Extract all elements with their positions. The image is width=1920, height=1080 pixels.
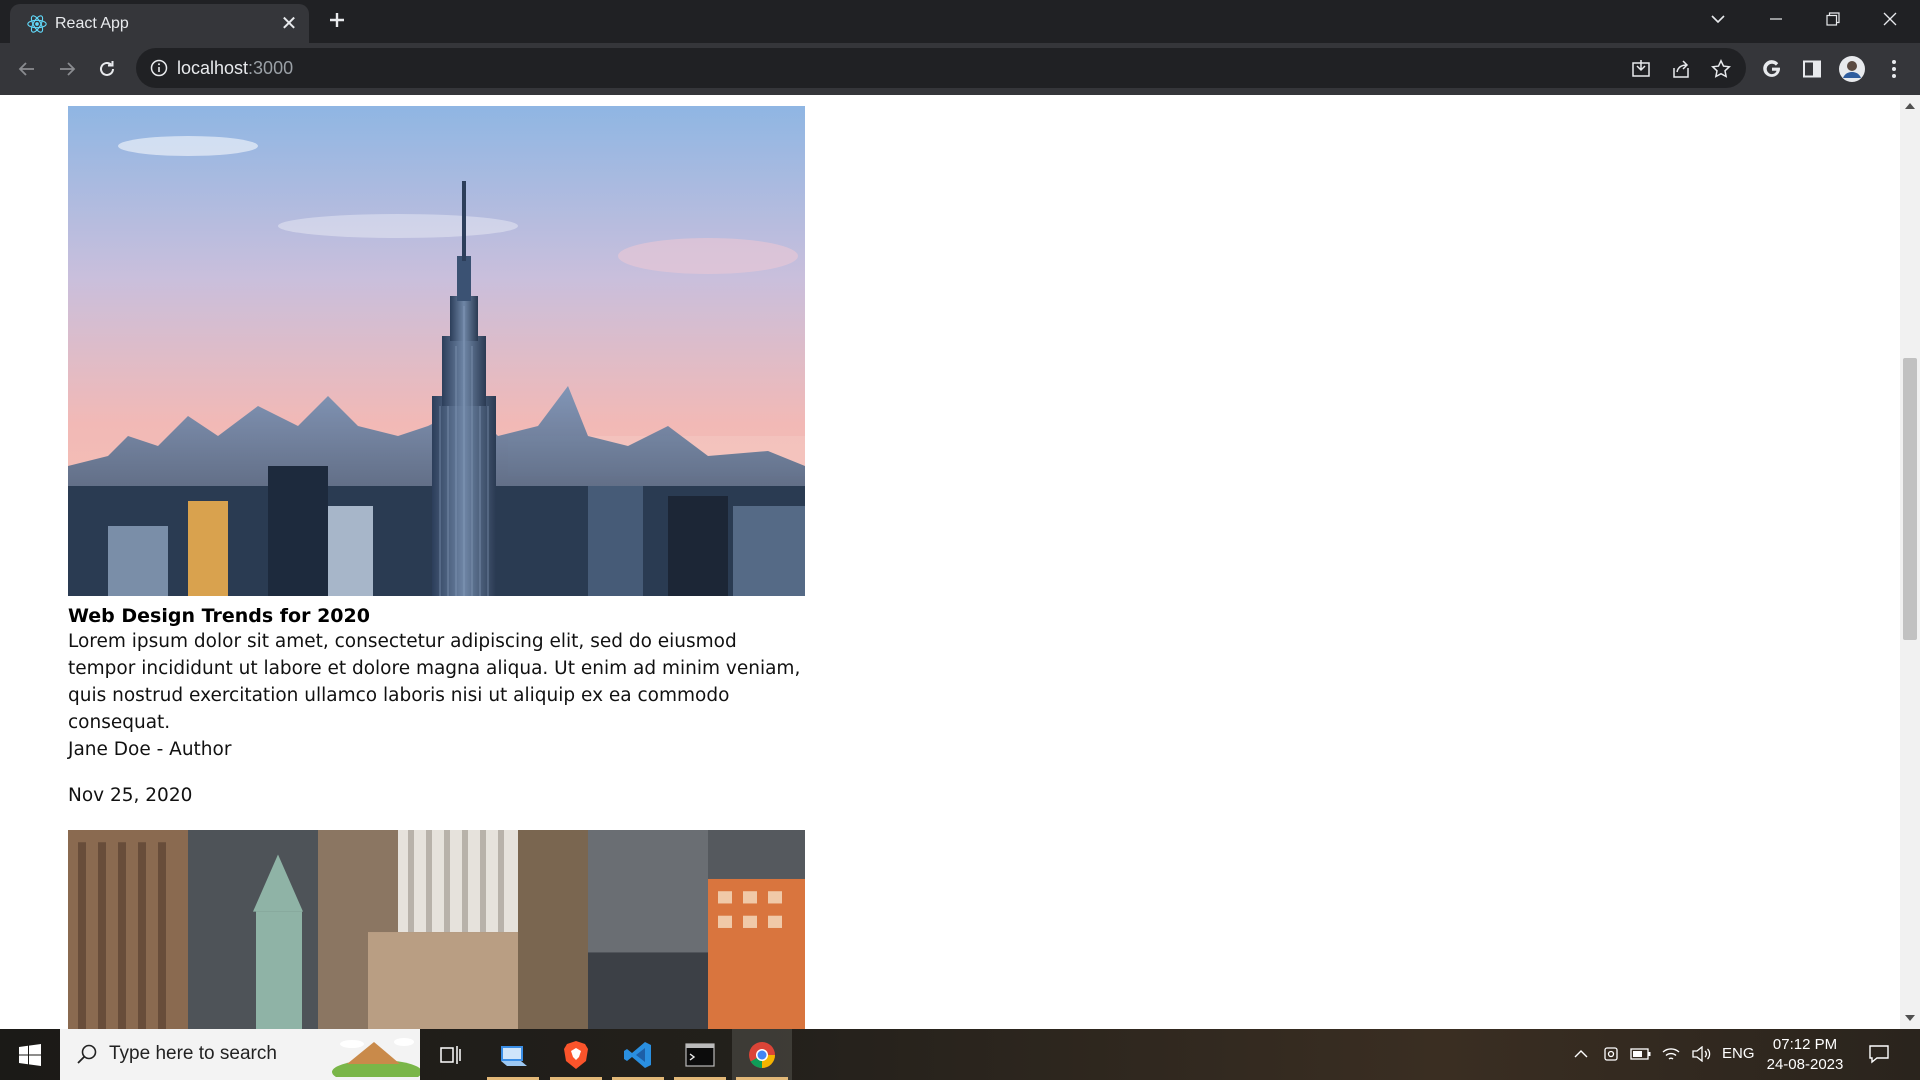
share-icon[interactable] <box>1670 58 1692 80</box>
blog-post <box>68 830 805 1029</box>
google-icon[interactable] <box>1758 55 1786 83</box>
taskbar-brave[interactable] <box>546 1029 606 1080</box>
new-tab-button[interactable] <box>323 8 351 36</box>
tab-search-button[interactable] <box>1690 0 1746 38</box>
taskbar-file-explorer[interactable] <box>483 1029 543 1080</box>
page-content: Web Design Trends for 2020 Lorem ipsum d… <box>0 95 1900 1029</box>
search-placeholder: Type here to search <box>109 1043 277 1064</box>
reload-button[interactable] <box>92 54 122 84</box>
minimize-icon <box>1770 18 1782 20</box>
close-window-button[interactable] <box>1862 0 1918 38</box>
brave-browser-icon <box>564 1040 588 1069</box>
back-button[interactable] <box>12 54 42 84</box>
url-text[interactable]: localhost:3000 <box>177 58 293 79</box>
search-icon <box>77 1044 97 1064</box>
terminal-icon <box>685 1042 715 1067</box>
post-title: Web Design Trends for 2020 <box>68 605 370 627</box>
taskbar-chrome[interactable] <box>732 1029 792 1080</box>
tab-strip: React App ✕ <box>0 0 1920 43</box>
arrow-right-icon <box>60 62 76 76</box>
taskbar-clock[interactable]: 07:12 PM 24-08-2023 <box>1760 1035 1850 1075</box>
taskbar-vscode[interactable] <box>608 1029 668 1080</box>
close-icon <box>1883 12 1897 26</box>
chevron-down-icon <box>1711 15 1725 24</box>
battery-icon[interactable] <box>1630 1043 1652 1065</box>
search-highlight-image <box>322 1032 420 1077</box>
tab-react-app[interactable]: React App ✕ <box>10 4 309 43</box>
install-icon[interactable] <box>1630 58 1652 80</box>
meet-now-icon[interactable] <box>1600 1043 1622 1065</box>
restore-icon <box>1826 12 1840 26</box>
page-scrollbar[interactable] <box>1900 95 1920 1029</box>
scroll-down-arrow-icon[interactable] <box>1905 1015 1915 1021</box>
file-explorer-icon <box>501 1045 527 1066</box>
plus-icon <box>330 13 344 27</box>
react-logo-icon <box>27 15 47 33</box>
start-button[interactable] <box>0 1029 60 1080</box>
star-icon[interactable] <box>1710 58 1732 80</box>
clock-date: 24-08-2023 <box>1766 1056 1844 1073</box>
minimize-button[interactable] <box>1748 0 1804 38</box>
reload-icon <box>100 61 114 76</box>
notifications-icon[interactable] <box>1868 1043 1890 1065</box>
aerial-city-buildings-image <box>68 830 805 1029</box>
post-date: Nov 25, 2020 <box>68 785 193 806</box>
forward-button[interactable] <box>52 54 82 84</box>
post-body: Lorem ipsum dolor sit amet, consectetur … <box>68 631 801 733</box>
windows-logo-icon <box>19 1043 41 1066</box>
url-port: :3000 <box>248 58 294 78</box>
browser-toolbar: localhost:3000 <box>0 43 1920 95</box>
task-view-button[interactable] <box>420 1029 480 1080</box>
scroll-up-arrow-icon[interactable] <box>1905 103 1915 109</box>
info-icon[interactable] <box>150 59 168 77</box>
side-panel-icon[interactable] <box>1798 55 1826 83</box>
taskbar-search[interactable]: Type here to search <box>60 1029 420 1080</box>
clock-time: 07:12 PM <box>1772 1036 1838 1053</box>
windows-taskbar: Type here to search ENG 07:12 PM 24-08-2… <box>0 1029 1920 1080</box>
blog-post: Web Design Trends for 2020 Lorem ipsum d… <box>68 106 805 809</box>
vscode-icon <box>624 1041 651 1068</box>
tab-title: React App <box>55 15 129 32</box>
scroll-thumb[interactable] <box>1903 358 1917 640</box>
task-view-icon <box>440 1045 461 1064</box>
taskbar-terminal[interactable] <box>670 1029 730 1080</box>
kebab-menu-icon[interactable] <box>1880 55 1908 83</box>
empire-state-skyline-image <box>68 106 805 596</box>
post-author: Jane Doe - Author <box>68 739 232 760</box>
chevron-up-icon[interactable] <box>1570 1043 1592 1065</box>
url-host: localhost <box>177 58 249 78</box>
wifi-icon[interactable] <box>1660 1043 1682 1065</box>
restore-button[interactable] <box>1805 0 1861 38</box>
close-icon[interactable]: ✕ <box>278 13 300 35</box>
avatar[interactable] <box>1838 55 1866 83</box>
volume-icon[interactable] <box>1690 1043 1712 1065</box>
language-indicator[interactable]: ENG <box>1722 1045 1755 1062</box>
arrow-left-icon <box>18 62 34 76</box>
chrome-icon <box>749 1041 775 1068</box>
address-bar[interactable]: localhost:3000 <box>136 48 1746 88</box>
